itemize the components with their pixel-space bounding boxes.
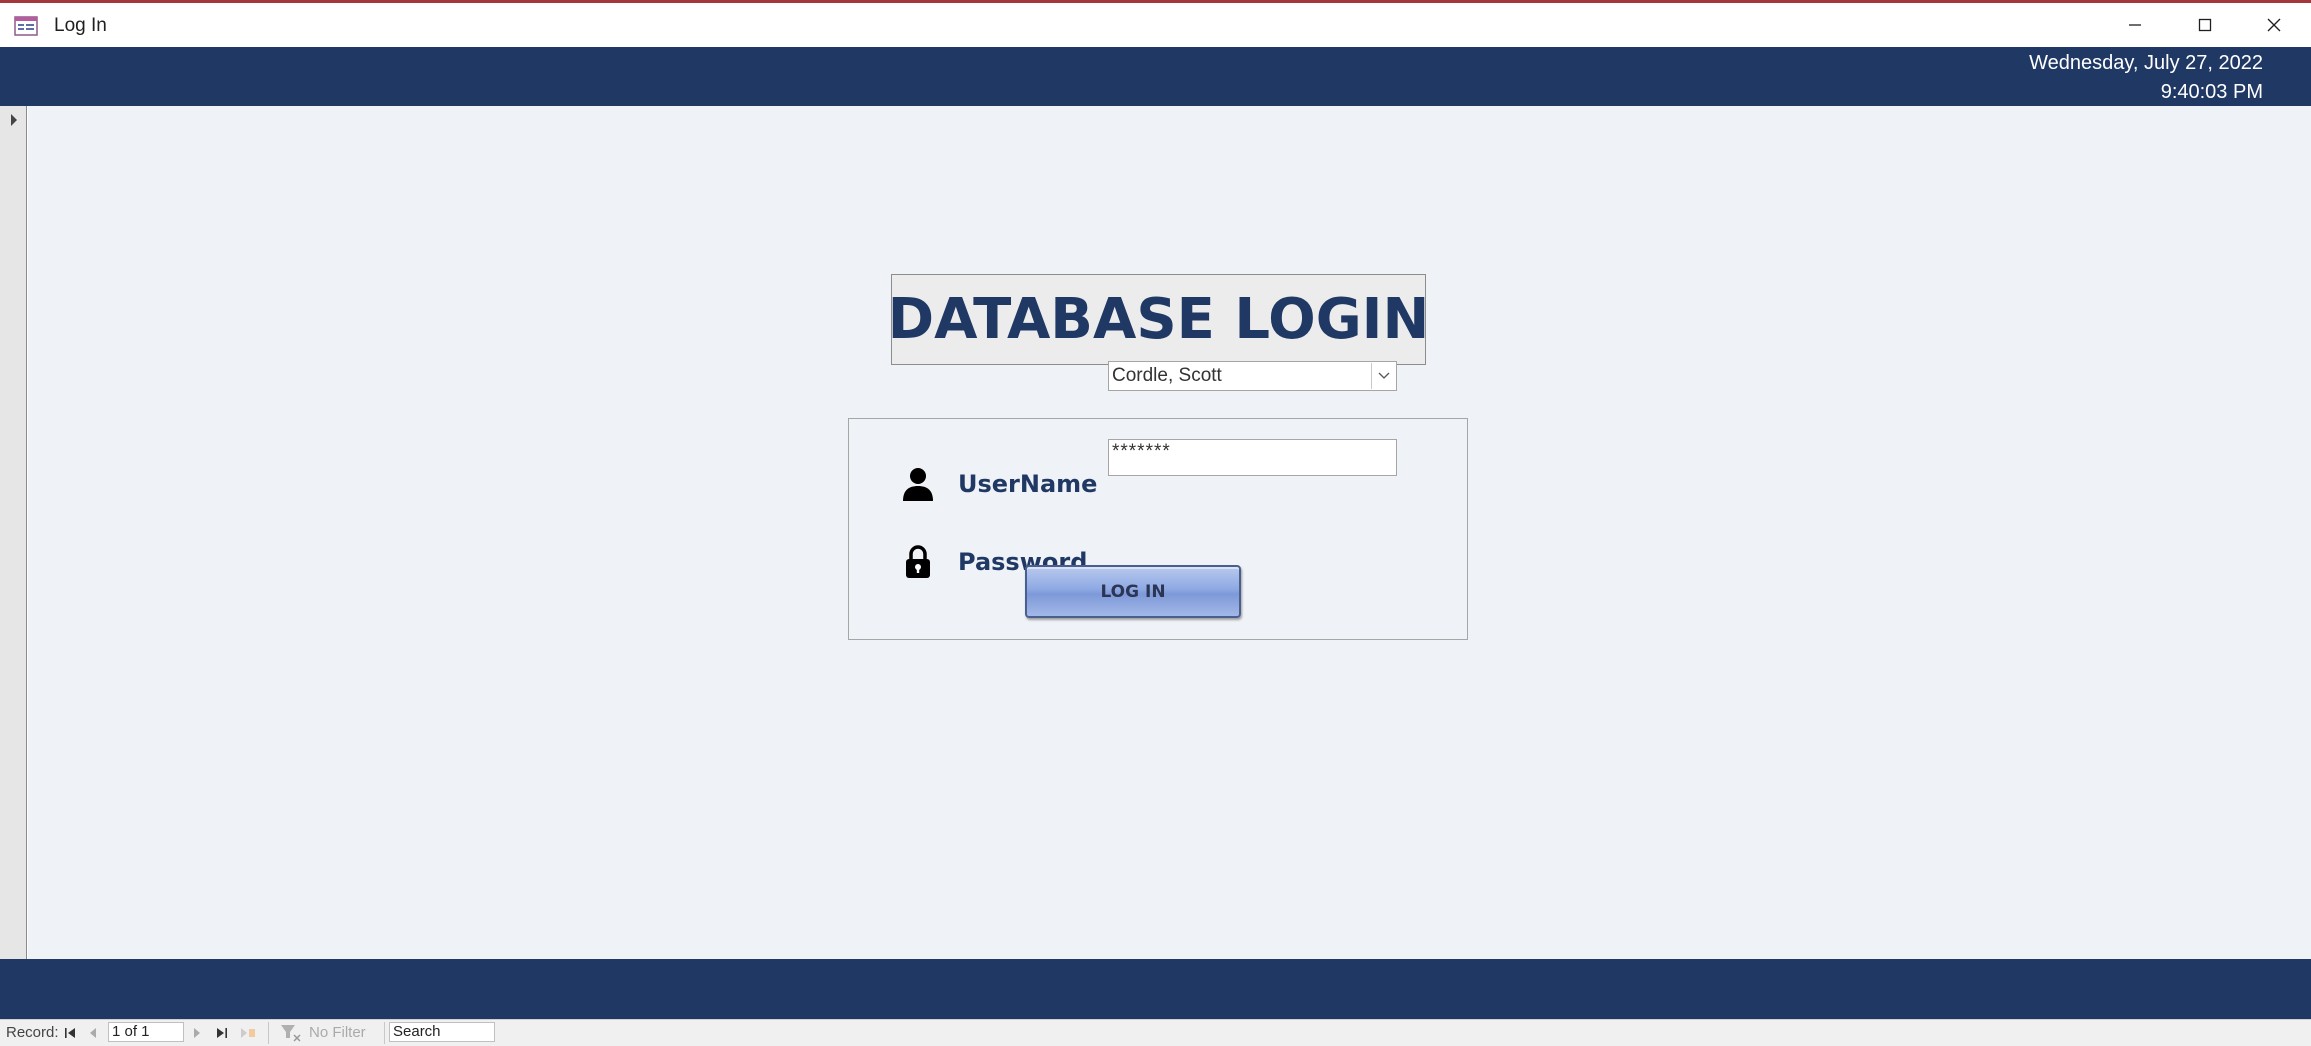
minimize-icon xyxy=(2127,17,2143,33)
user-icon xyxy=(902,466,934,507)
nav-separator xyxy=(384,1022,385,1044)
filter-icon[interactable] xyxy=(280,1024,302,1046)
password-field[interactable]: ******* xyxy=(1108,439,1397,476)
login-heading: DATABASE LOGIN xyxy=(887,287,1430,352)
minimize-button[interactable] xyxy=(2101,3,2169,47)
lock-icon xyxy=(904,545,932,584)
search-input[interactable]: Search xyxy=(389,1022,495,1042)
form-detail: DATABASE LOGIN UserName Password xyxy=(28,106,2311,959)
current-record-field[interactable]: 1 of 1 xyxy=(108,1022,184,1042)
form-footer xyxy=(0,959,2311,1019)
title-bar: Log In xyxy=(0,0,2311,47)
login-heading-box: DATABASE LOGIN xyxy=(888,274,1429,365)
maximize-icon xyxy=(2197,17,2213,33)
new-record-icon[interactable] xyxy=(240,1026,256,1043)
filter-status[interactable]: No Filter xyxy=(309,1024,366,1041)
current-time: 9:40:03 PM xyxy=(2160,81,2263,103)
login-button[interactable]: LOG IN xyxy=(1025,565,1241,618)
username-dropdown-button[interactable] xyxy=(1371,363,1395,389)
close-button[interactable] xyxy=(2240,3,2308,47)
record-pointer-icon xyxy=(10,113,18,132)
record-selector[interactable] xyxy=(0,106,27,959)
current-date: Wednesday, July 27, 2022 xyxy=(2029,52,2263,74)
previous-record-icon[interactable] xyxy=(88,1026,98,1043)
last-record-icon[interactable] xyxy=(216,1026,228,1043)
form-header: Wednesday, July 27, 2022 9:40:03 PM xyxy=(0,47,2311,106)
chevron-down-icon xyxy=(1378,367,1390,385)
record-label: Record: xyxy=(6,1024,59,1041)
nav-separator xyxy=(268,1022,269,1044)
first-record-icon[interactable] xyxy=(64,1026,76,1043)
username-label: UserName xyxy=(958,470,1098,498)
record-navigation-bar: Record: 1 of 1 No Filter Search xyxy=(0,1019,2311,1046)
window-title: Log In xyxy=(54,15,107,36)
close-icon xyxy=(2266,17,2282,33)
login-button-label: LOG IN xyxy=(1100,581,1166,602)
access-window: Log In Wednesday, July 27, 2022 9:40:03 … xyxy=(0,0,2311,1046)
username-combo[interactable]: Cordle, Scott xyxy=(1108,361,1397,391)
password-value: ******* xyxy=(1112,441,1171,462)
access-form-icon[interactable] xyxy=(14,16,38,36)
next-record-icon[interactable] xyxy=(192,1026,202,1043)
username-value: Cordle, Scott xyxy=(1112,365,1222,386)
maximize-button[interactable] xyxy=(2171,3,2239,47)
